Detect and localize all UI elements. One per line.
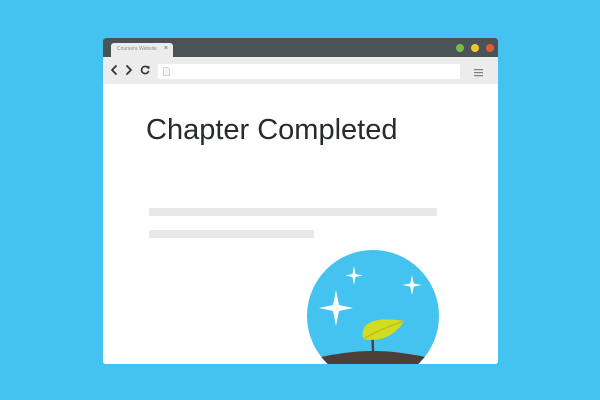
- hamburger-menu-icon: [474, 69, 483, 77]
- page-content: Chapter Completed: [103, 84, 498, 364]
- browser-toolbar: [103, 57, 498, 84]
- maximize-window-button[interactable]: [456, 44, 464, 52]
- tab-close-icon[interactable]: ×: [164, 45, 168, 53]
- browser-window: Coursera Website × Chapter Completed: [103, 38, 498, 364]
- title-bar: Coursera Website ×: [103, 38, 498, 57]
- minimize-window-button[interactable]: [471, 44, 479, 52]
- back-button[interactable]: [108, 63, 120, 77]
- sprout-badge: [307, 250, 439, 364]
- tab-title: Coursera Website: [117, 46, 157, 52]
- reload-icon: [140, 65, 150, 75]
- forward-button[interactable]: [123, 63, 135, 77]
- text-placeholder-line: [149, 208, 437, 216]
- page-title: Chapter Completed: [146, 114, 398, 146]
- chevron-right-icon: [126, 65, 132, 75]
- menu-button[interactable]: [473, 65, 484, 77]
- close-window-button[interactable]: [486, 44, 494, 52]
- page-icon: [163, 67, 170, 76]
- chevron-left-icon: [111, 65, 117, 75]
- text-placeholder-line: [149, 230, 314, 238]
- browser-tab[interactable]: Coursera Website ×: [111, 43, 173, 57]
- address-bar[interactable]: [158, 64, 460, 79]
- reload-button[interactable]: [139, 63, 151, 77]
